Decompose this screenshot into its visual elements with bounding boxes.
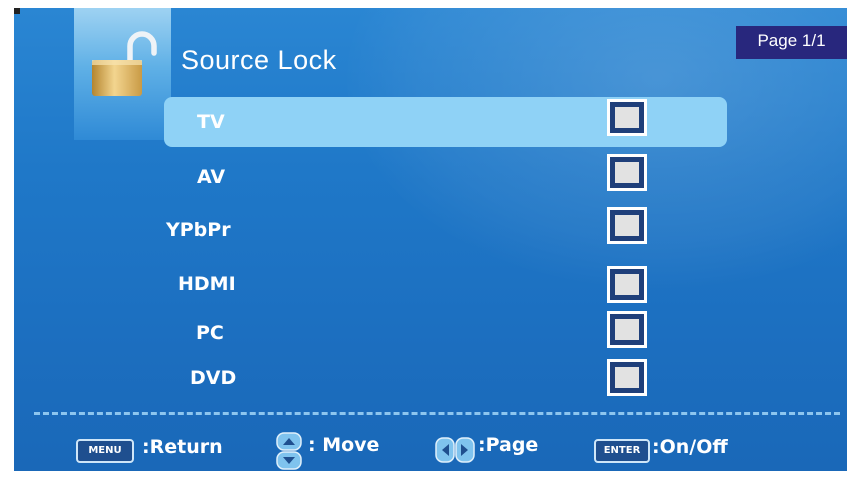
- lock-checkbox-ypbpr[interactable]: [607, 207, 647, 244]
- left-right-arrows-icon: [435, 437, 475, 463]
- lock-checkbox-pc[interactable]: [607, 311, 647, 348]
- lock-checkbox-hdmi[interactable]: [607, 266, 647, 303]
- open-padlock-icon: [92, 31, 157, 96]
- source-label: HDMI: [178, 273, 236, 295]
- menu-key[interactable]: MENU: [76, 439, 134, 463]
- source-label: AV: [197, 166, 226, 188]
- onoff-hint: :On/Off: [652, 436, 728, 458]
- source-label: DVD: [190, 367, 237, 389]
- footer-divider: [34, 412, 840, 415]
- page-title: Source Lock: [181, 45, 337, 75]
- screen-corner: [14, 8, 20, 14]
- up-down-arrows-icon: [276, 432, 302, 470]
- enter-key[interactable]: ENTER: [594, 439, 650, 463]
- source-label: PC: [196, 322, 224, 344]
- source-lock-screen: Source Lock Page 1/1 TV AV YPbPr HDMI PC…: [14, 8, 847, 471]
- footer-hints: MENU :Return : Move :Page ENTER :On/Off: [14, 423, 847, 471]
- source-label: TV: [197, 111, 225, 133]
- return-hint: :Return: [142, 436, 223, 458]
- move-hint: : Move: [308, 434, 380, 456]
- source-label: YPbPr: [166, 219, 231, 241]
- lock-checkbox-tv[interactable]: [607, 99, 647, 136]
- page-indicator: Page 1/1: [736, 26, 847, 59]
- page-hint: :Page: [478, 434, 539, 456]
- lock-checkbox-dvd[interactable]: [607, 359, 647, 396]
- lock-checkbox-av[interactable]: [607, 154, 647, 191]
